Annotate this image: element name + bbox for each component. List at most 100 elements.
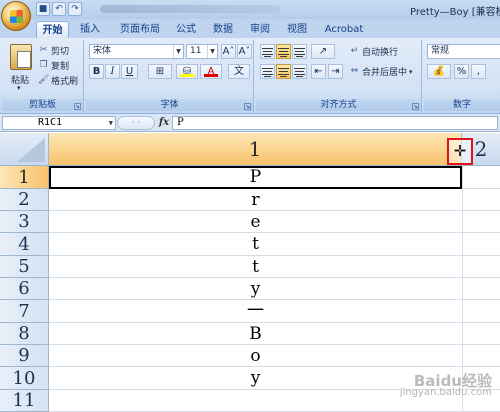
tab-home[interactable]: 开始 — [36, 21, 69, 38]
accounting-button[interactable]: 💰 — [427, 64, 451, 79]
cell-r2c1[interactable]: r — [49, 189, 462, 211]
tab-formulas[interactable]: 公式 — [171, 21, 201, 38]
cell-r1c2[interactable] — [462, 166, 500, 189]
cell-r1c1[interactable]: P — [49, 166, 462, 189]
row-header-10[interactable]: 10 — [0, 367, 49, 390]
align-right-button[interactable] — [292, 64, 307, 79]
chevron-down-icon: ▼ — [173, 45, 183, 58]
cell-r2c2[interactable] — [462, 189, 500, 211]
cell-r4c2[interactable] — [462, 233, 500, 256]
align-middle-icon — [278, 48, 289, 57]
font-name-select[interactable]: 宋体 ▼ — [89, 44, 184, 59]
bold-button[interactable]: B — [89, 64, 104, 79]
underline-button[interactable]: U — [121, 64, 138, 79]
cell-r3c2[interactable] — [462, 211, 500, 233]
formula-cancel-enter-buttons[interactable]: ◦ ◦ — [117, 116, 155, 130]
align-top-button[interactable] — [260, 44, 275, 59]
redo-icon[interactable]: ↷ — [68, 2, 82, 16]
align-middle-button[interactable] — [276, 44, 291, 59]
merge-center-button[interactable]: ⇔ 合并后居中 ▾ — [349, 65, 413, 78]
alignment-launcher-icon[interactable]: ↘ — [412, 103, 419, 110]
chevron-down-icon[interactable]: ▾ — [17, 84, 21, 92]
clipboard-launcher-icon[interactable]: ↘ — [74, 103, 81, 110]
row-header-7[interactable]: 7 — [0, 300, 49, 323]
resize-cursor-icon[interactable]: ✛ — [451, 141, 469, 161]
row-header-9[interactable]: 9 — [0, 345, 49, 367]
office-button[interactable] — [1, 1, 31, 31]
wrap-text-button[interactable]: ↵ 自动换行 — [349, 45, 398, 58]
font-label: 字体 — [86, 99, 253, 111]
paste-icon[interactable] — [10, 44, 32, 70]
cell-r3c1[interactable]: e — [49, 211, 462, 233]
cell-r6c2[interactable] — [462, 278, 500, 300]
grow-font-button[interactable]: A˄ — [221, 44, 236, 59]
align-left-button[interactable] — [260, 64, 275, 79]
cell-r7c2[interactable] — [462, 300, 500, 323]
row-header-6[interactable]: 6 — [0, 278, 49, 300]
chevron-down-icon: ▼ — [108, 119, 113, 127]
row-header-5[interactable]: 5 — [0, 256, 49, 278]
alignment-label: 对齐方式 — [256, 99, 421, 111]
font-color-button[interactable]: A — [200, 64, 222, 79]
align-right-icon — [294, 68, 305, 77]
tab-acrobat[interactable]: Acrobat — [320, 21, 368, 38]
orientation-button[interactable]: ↗ — [311, 44, 335, 59]
comma-button[interactable]: , — [471, 64, 486, 79]
formula-input[interactable]: P — [172, 116, 498, 130]
office-logo-icon — [10, 10, 23, 23]
cell-r8c2[interactable] — [462, 323, 500, 345]
row-header-8[interactable]: 8 — [0, 323, 49, 345]
row-header-1[interactable]: 1 — [0, 166, 49, 189]
cell-r4c1[interactable]: t — [49, 233, 462, 256]
cut-label: 剪切 — [51, 47, 70, 57]
row-header-3[interactable]: 3 — [0, 211, 49, 233]
cut-button[interactable]: ✂ 剪切 — [38, 44, 69, 57]
ribbon-tabs: 开始 插入 页面布局 公式 数据 审阅 视图 Acrobat — [0, 19, 500, 38]
clipboard-group: 粘贴 ▾ ✂ 剪切 ❐ 复制 🖌 格式刷 剪贴板 ↘ — [2, 40, 84, 112]
format-painter-button[interactable]: 🖌 格式刷 — [38, 74, 78, 87]
fill-color-button[interactable]: ⛁ — [176, 64, 198, 79]
undo-icon[interactable]: ↶ — [52, 2, 66, 16]
font-color-bar — [204, 74, 218, 77]
phonetic-button[interactable]: 文 — [228, 64, 250, 79]
cell-r8c1[interactable]: B — [49, 323, 462, 345]
tab-insert[interactable]: 插入 — [73, 21, 107, 38]
percent-button[interactable]: % — [454, 64, 469, 79]
increase-indent-button[interactable]: ⇥ — [328, 64, 343, 79]
number-format-select[interactable]: 常规 — [427, 44, 500, 59]
tab-data[interactable]: 数据 — [208, 21, 238, 38]
name-box[interactable]: R1C1 ▼ — [2, 116, 116, 130]
select-all-corner[interactable] — [0, 133, 49, 166]
decrease-indent-button[interactable]: ⇤ — [311, 64, 326, 79]
cell-r9c2[interactable] — [462, 345, 500, 367]
insert-function-button[interactable]: fx — [157, 116, 171, 130]
align-center-button[interactable] — [276, 64, 291, 79]
align-center-icon — [278, 68, 289, 77]
align-bottom-button[interactable] — [292, 44, 307, 59]
copy-button[interactable]: ❐ 复制 — [38, 59, 69, 72]
scissors-icon: ✂ — [39, 45, 48, 55]
cell-r7c1[interactable]: 一 — [49, 300, 462, 323]
italic-button[interactable]: I — [105, 64, 120, 79]
cell-r6c1[interactable]: y — [49, 278, 462, 300]
tab-view[interactable]: 视图 — [282, 21, 312, 38]
align-left-icon — [262, 68, 273, 77]
row-header-2[interactable]: 2 — [0, 189, 49, 211]
border-icon: ⊞ — [155, 66, 165, 77]
shrink-font-button[interactable]: A˅ — [237, 44, 252, 59]
tab-review[interactable]: 审阅 — [245, 21, 275, 38]
cell-r5c1[interactable]: t — [49, 256, 462, 278]
save-icon[interactable]: ■ — [36, 2, 50, 16]
name-box-value: R1C1 — [38, 117, 63, 128]
merge-center-label: 合并后居中 — [362, 68, 408, 78]
column-header-1[interactable]: 1 — [49, 133, 462, 166]
font-launcher-icon[interactable]: ↘ — [244, 103, 251, 110]
row-header-11[interactable]: 11 — [0, 390, 49, 412]
font-size-select[interactable]: 11 ▼ — [186, 44, 218, 59]
borders-button[interactable]: ⊞ — [148, 64, 172, 79]
cell-r9c1[interactable]: o — [49, 345, 462, 367]
alignment-group: ↗ ↵ 自动换行 ⇤ ⇥ ⇔ 合并后居中 ▾ 对齐方式 ↘ — [256, 40, 422, 112]
row-header-4[interactable]: 4 — [0, 233, 49, 256]
cell-r5c2[interactable] — [462, 256, 500, 278]
tab-page-layout[interactable]: 页面布局 — [113, 21, 167, 38]
